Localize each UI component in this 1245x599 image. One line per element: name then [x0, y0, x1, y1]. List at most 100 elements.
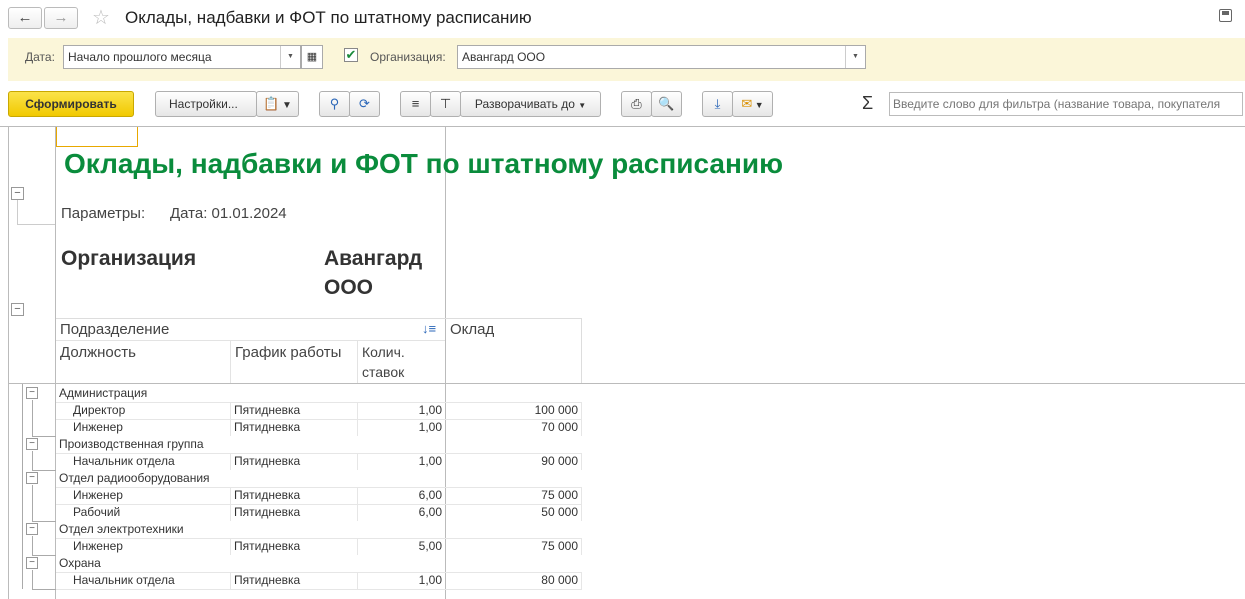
tree-line	[32, 521, 56, 522]
row-rate: 6,00	[418, 488, 442, 502]
cell-line	[230, 402, 231, 419]
expand-to-button[interactable]: Разворачивать до ▼	[460, 91, 601, 117]
org-value: Авангард ООО	[462, 50, 546, 64]
collapse-group-icon[interactable]: −	[26, 523, 38, 535]
row-schedule: Пятидневка	[234, 539, 301, 553]
collapse-group-icon[interactable]: −	[11, 187, 24, 200]
envelope-icon: ✉	[741, 96, 753, 111]
row-position[interactable]: Рабочий	[73, 504, 120, 521]
row-position[interactable]: Директор	[73, 402, 125, 419]
org-name-line1: Авангард	[324, 247, 423, 270]
tree-line	[32, 451, 33, 470]
tree-line	[32, 589, 56, 590]
print-preview-button[interactable]: 🔍	[651, 91, 682, 117]
row-schedule: Пятидневка	[234, 488, 301, 502]
group-name[interactable]: Отдел радиооборудования	[59, 470, 210, 487]
forward-button[interactable]: →	[44, 7, 78, 29]
collapse-all-icon: ⊤	[439, 96, 452, 111]
row-salary: 90 000	[541, 454, 578, 468]
header-line	[230, 340, 231, 383]
collapse-group-icon[interactable]: −	[26, 387, 38, 399]
org-field[interactable]: Авангард ООО ▼	[457, 45, 866, 69]
row-rate: 1,00	[418, 454, 442, 468]
outer-gutter-line	[8, 127, 9, 599]
col-rate-line2[interactable]: ставок	[362, 364, 404, 380]
calendar-icon: ▦	[306, 51, 318, 63]
row-position[interactable]: Инженер	[73, 487, 123, 504]
send-mail-button[interactable]: ✉ ▼	[732, 91, 773, 117]
expand-to-label: Разворачивать до	[474, 97, 575, 111]
date-field[interactable]: Начало прошлого месяца ▼	[63, 45, 301, 69]
org-checkbox[interactable]: ✔	[344, 48, 358, 62]
date-value: Начало прошлого месяца	[68, 50, 212, 64]
expand-all-icon: ≡	[411, 96, 420, 111]
save-file-button[interactable]: ⤓	[702, 91, 733, 117]
cell-line	[230, 572, 231, 589]
cell-line	[230, 419, 231, 436]
collapse-all-button[interactable]: ⊤	[430, 91, 461, 117]
selected-cell[interactable]	[56, 127, 138, 147]
row-line	[56, 589, 582, 590]
group-name[interactable]: Производственная группа	[59, 436, 204, 453]
collapse-group-icon[interactable]: −	[26, 557, 38, 569]
star-icon[interactable]: ☆	[92, 5, 110, 30]
row-rate: 1,00	[418, 573, 442, 587]
generate-button[interactable]: Сформировать	[8, 91, 134, 117]
find-button[interactable]: ⚲	[319, 91, 350, 117]
sum-icon[interactable]: Σ	[862, 93, 873, 114]
expand-all-button[interactable]: ≡	[400, 91, 431, 117]
row-position[interactable]: Инженер	[73, 419, 123, 436]
arrow-left-icon: ←	[17, 9, 33, 26]
window-title: Оклады, надбавки и ФОТ по штатному распи…	[125, 8, 532, 27]
group-name[interactable]: Администрация	[59, 385, 147, 402]
variants-button[interactable]: 📋 ▼	[256, 91, 299, 117]
row-salary: 100 000	[534, 403, 578, 417]
settings-button[interactable]: Настройки...	[155, 91, 257, 117]
cell-line	[230, 504, 231, 521]
row-salary: 75 000	[541, 488, 578, 502]
tree-line	[32, 436, 56, 437]
row-position[interactable]: Начальник отдела	[73, 572, 175, 589]
col-department[interactable]: Подразделение	[60, 321, 169, 338]
header-line	[357, 340, 358, 383]
cell-line	[230, 487, 231, 504]
params-label: Параметры:	[61, 205, 146, 222]
group-name[interactable]: Охрана	[59, 555, 101, 572]
row-salary: 80 000	[541, 573, 578, 587]
tree-line	[17, 200, 18, 224]
col-schedule[interactable]: График работы	[235, 344, 341, 361]
clipboard-icon: 📋	[263, 96, 280, 111]
sort-icon[interactable]: ↓≡	[422, 321, 436, 336]
row-position[interactable]: Начальник отдела	[73, 453, 175, 470]
back-button[interactable]: ←	[8, 7, 42, 29]
collapse-group-icon[interactable]: −	[26, 438, 38, 450]
group-name[interactable]: Отдел электротехники	[59, 521, 184, 538]
col-rate-line1[interactable]: Колич.	[362, 344, 405, 360]
row-rate: 1,00	[418, 403, 442, 417]
dropdown-arrow-icon[interactable]: ▼	[280, 46, 300, 68]
params-value: Дата: 01.01.2024	[170, 205, 287, 222]
org-caption: Организация	[61, 247, 197, 270]
tree-line	[22, 384, 23, 589]
dropdown-arrow-icon[interactable]: ▼	[845, 46, 865, 68]
collapse-group-icon[interactable]: −	[11, 303, 24, 316]
filter-input[interactable]	[889, 92, 1243, 116]
chevron-down-icon: ▼	[578, 101, 587, 110]
tree-line	[17, 224, 55, 225]
tree-line	[32, 485, 33, 521]
find-next-button[interactable]: ⟳	[349, 91, 380, 117]
row-schedule: Пятидневка	[234, 573, 301, 587]
report-title: Оклады, надбавки и ФОТ по штатному распи…	[64, 148, 784, 179]
calendar-button[interactable]: ▦	[301, 45, 323, 69]
col-position[interactable]: Должность	[60, 344, 136, 361]
row-position[interactable]: Инженер	[73, 538, 123, 555]
cell-line	[581, 504, 582, 521]
tree-line	[32, 570, 33, 589]
cell-line	[581, 419, 582, 436]
collapse-group-icon[interactable]: −	[26, 472, 38, 484]
print-button[interactable]: ⎙	[621, 91, 652, 117]
checkmark-icon: ✔	[345, 47, 357, 62]
save-icon[interactable]	[1219, 9, 1232, 22]
cell-line	[581, 487, 582, 504]
col-salary[interactable]: Оклад	[450, 321, 494, 338]
